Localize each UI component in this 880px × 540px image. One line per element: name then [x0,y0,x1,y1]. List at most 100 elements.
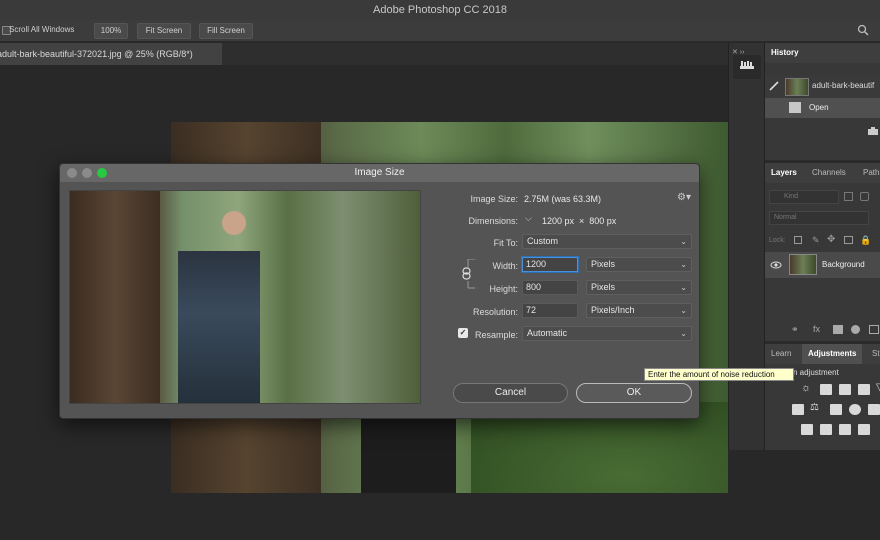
history-panel-header: History [765,43,880,63]
invert-icon[interactable] [801,424,813,435]
black-white-icon[interactable] [830,404,842,415]
width-unit-value: Pixels [591,259,616,269]
blend-mode-value: Normal [774,214,797,221]
camera-icon[interactable] [867,126,879,136]
resample-value: Automatic [527,328,568,338]
resolution-unit-value: Pixels/Inch [591,305,635,315]
minimize-window-button[interactable] [82,168,92,178]
adjustment-filter-icon[interactable] [860,192,869,201]
lock-artboard-icon[interactable] [844,236,853,244]
image-size-dialog: Image Size Image Size: 2.75M (was 63.3M)… [59,163,700,419]
fit-to-label: Fit To: [493,238,518,248]
scroll-all-windows-label: Scroll All Windows [9,25,75,34]
image-filter-icon[interactable] [844,192,853,201]
blend-mode-select[interactable]: Normal [769,211,869,225]
dimensions-value: 1200 px × 800 px [542,216,617,226]
snapshot-thumbnail [785,78,809,96]
ok-button[interactable]: OK [576,383,692,403]
resolution-label: Resolution: [472,307,518,317]
eye-icon[interactable] [770,260,782,270]
width-input[interactable]: 1200 [522,257,578,272]
fx-icon[interactable]: fx [813,324,820,334]
curves-icon[interactable] [839,384,851,395]
photo-filter-icon[interactable] [849,404,861,415]
resolution-value: 72 [526,305,537,315]
close-window-button[interactable] [67,168,77,178]
history-icon [740,61,754,69]
fit-screen-button[interactable]: Fit Screen [137,23,191,39]
history-panel-button[interactable] [733,55,761,79]
zoom-100-button[interactable]: 100% [94,23,128,39]
dialog-title: Image Size [354,167,405,178]
preview-figure [178,251,260,403]
dress-figure [361,412,456,493]
image-preview[interactable] [69,190,421,404]
dialog-title-bar: Image Size [60,164,699,182]
image-size-label: Image Size: [470,194,518,204]
channel-mixer-icon[interactable] [868,404,880,415]
history-snapshot-row[interactable]: adult-bark-beautif [765,76,880,98]
chevron-down-icon[interactable]: ⌵ [525,213,532,224]
height-label: Height: [489,284,518,294]
tab-layers[interactable]: Layers [771,163,797,183]
document-tab[interactable]: adult-bark-beautiful-372021.jpg @ 25% (R… [0,43,222,65]
tab-channels[interactable]: Channels [812,163,846,183]
resample-checkbox[interactable]: ✓ [458,328,468,338]
document-icon [789,102,801,113]
tab-adjustments[interactable]: Adjustments [802,344,863,364]
tooltip: Enter the amount of noise reduction [644,368,794,381]
vibrance-icon[interactable]: ▽ [876,382,880,393]
mask-icon[interactable] [833,325,843,334]
exposure-icon[interactable] [858,384,870,395]
height-input[interactable]: 800 [522,280,578,295]
layer-kind-filter[interactable]: Kind [769,190,839,204]
layers-footer: ⚭ fx [765,319,880,341]
lock-move-icon[interactable]: ✥ [827,234,835,245]
resolution-input[interactable]: 72 [522,303,578,318]
tab-learn[interactable]: Learn [771,344,791,364]
color-balance-icon[interactable]: ⚖ [810,402,819,413]
width-value: 1200 [526,259,547,269]
photoshop-window: Adobe Photoshop CC 2018 Scroll All Windo… [0,0,880,540]
new-group-icon[interactable] [869,325,879,334]
snapshot-label: adult-bark-beautif [812,81,875,90]
title-bar: Adobe Photoshop CC 2018 [0,0,880,20]
history-item-open[interactable]: Open [765,98,880,118]
layer-thumbnail [789,254,817,275]
tab-paths[interactable]: Paths [863,163,880,183]
lock-transparent-icon[interactable] [794,236,802,244]
cancel-button[interactable]: Cancel [453,383,568,403]
layer-kind-placeholder: Kind [784,193,799,200]
lock-all-icon[interactable]: 🔒 [860,235,871,246]
layer-row-background[interactable]: Background [765,252,880,278]
resample-select[interactable]: Automatic ⌄ [522,326,692,341]
options-bar: Scroll All Windows 100% Fit Screen Fill … [0,20,880,42]
resolution-unit-select[interactable]: Pixels/Inch ⌄ [586,303,692,318]
history-item-label: Open [809,103,829,112]
gear-icon[interactable]: ⚙▾ [677,192,691,203]
gradient-map-icon[interactable] [858,424,870,435]
height-unit-select[interactable]: Pixels ⌄ [586,280,692,295]
link-layers-icon[interactable]: ⚭ [791,324,799,335]
search-icon[interactable] [857,24,869,36]
document-tab-label: adult-bark-beautiful-372021.jpg @ 25% (R… [0,49,193,59]
brightness-icon[interactable]: ☼ [801,382,811,394]
chevron-down-icon: ⌄ [680,329,687,338]
tab-history[interactable]: History [771,43,799,63]
levels-icon[interactable] [820,384,832,395]
posterize-icon[interactable] [820,424,832,435]
preview-face [222,211,246,235]
chevron-down-icon: ⌄ [680,283,687,292]
hue-saturation-icon[interactable] [792,404,804,415]
tab-styles[interactable]: St [872,344,880,364]
lock-paint-icon[interactable]: ✎ [812,235,820,246]
threshold-icon[interactable] [839,424,851,435]
zoom-window-button[interactable] [97,168,107,178]
tooltip-text: Enter the amount of noise reduction [648,370,775,379]
fill-screen-button[interactable]: Fill Screen [199,23,253,39]
new-adjustment-icon[interactable] [851,325,860,334]
layers-tabs: Layers Channels Paths [765,163,880,183]
width-unit-select[interactable]: Pixels ⌄ [586,257,692,272]
fit-to-select[interactable]: Custom ⌄ [522,234,692,249]
height-unit-value: Pixels [591,282,616,292]
